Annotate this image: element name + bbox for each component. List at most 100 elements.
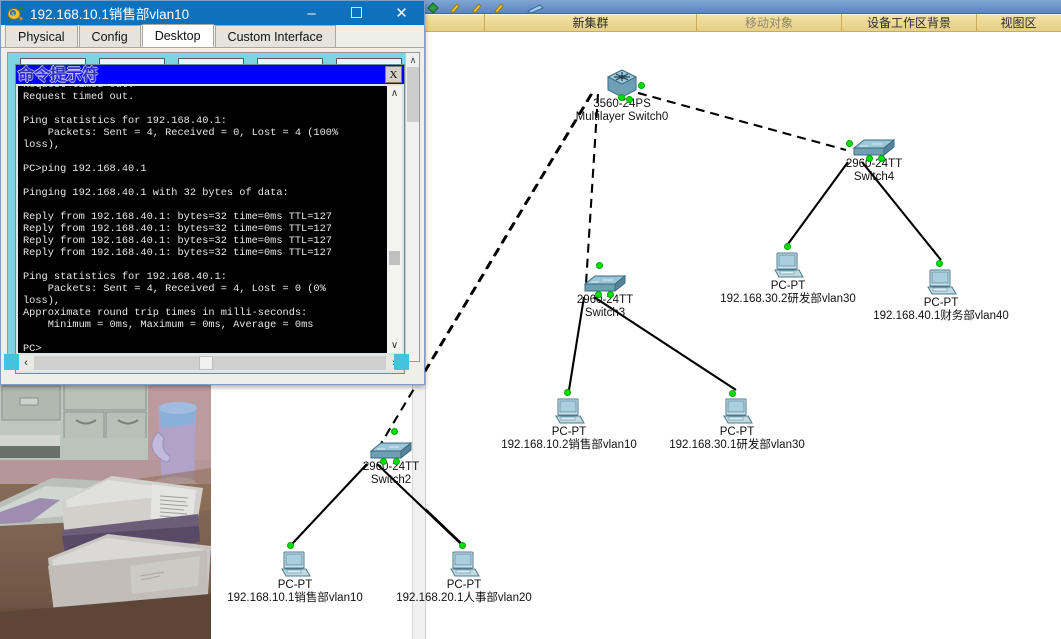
link-status-led bbox=[618, 94, 625, 101]
device-multilayer-switch0[interactable]: 3560-24PS Multilayer Switch0 bbox=[552, 68, 692, 123]
link-status-led bbox=[846, 140, 853, 147]
scroll-thumb[interactable] bbox=[407, 67, 419, 122]
pc-icon[interactable] bbox=[925, 260, 957, 297]
network-workspace-canvas[interactable] bbox=[425, 32, 1061, 639]
device-pc-192-168-40-1[interactable]: PC-PT 192.168.40.1财务部vlan40 bbox=[871, 260, 1011, 322]
link-status-led bbox=[878, 155, 885, 162]
device-label-name: Switch4 bbox=[853, 170, 895, 183]
scroll-up-icon[interactable]: ∧ bbox=[406, 53, 419, 67]
tab-desktop[interactable]: Desktop bbox=[141, 24, 214, 47]
command-prompt-vertical-scrollbar[interactable]: ∧ ∨ bbox=[387, 86, 402, 353]
menu-cell-new-cluster[interactable]: 新集群 bbox=[485, 14, 697, 32]
device-label-model: 2960-24TT bbox=[362, 461, 420, 473]
tab-physical[interactable]: Physical bbox=[5, 25, 78, 47]
inspect-icon[interactable] bbox=[527, 1, 545, 14]
maximize-button[interactable]: ☐ bbox=[334, 1, 379, 25]
menu-cell-workspace-background[interactable]: 设备工作区背景 bbox=[842, 14, 977, 32]
switch-icon[interactable] bbox=[583, 262, 627, 298]
link-status-led bbox=[595, 291, 602, 298]
tab-custom-interface[interactable]: Custom Interface bbox=[214, 25, 336, 47]
scroll-track[interactable] bbox=[34, 356, 386, 370]
topology-links bbox=[426, 83, 942, 545]
device-label-name: 192.168.10.1销售部vlan10 bbox=[227, 591, 363, 604]
desktop-wallpaper-photo bbox=[0, 380, 211, 639]
device-label-model: PC-PT bbox=[277, 579, 313, 591]
cluster-icon[interactable] bbox=[427, 1, 439, 14]
menu-cell-viewport[interactable]: 视图区 bbox=[977, 14, 1060, 32]
scroll-down-icon[interactable]: ∨ bbox=[387, 338, 402, 353]
device-label-model: PC-PT bbox=[551, 426, 587, 438]
device-label-model: PC-PT bbox=[923, 297, 959, 309]
command-prompt-title-bar[interactable]: 命令提示符 X bbox=[16, 65, 404, 84]
device-label-name: Switch2 bbox=[370, 473, 412, 486]
menu-cell-spacer bbox=[425, 14, 485, 32]
device-label-model: 2960-24TT bbox=[576, 294, 634, 306]
device-switch2[interactable]: 2960-24TT Switch2 bbox=[341, 428, 441, 486]
svg-text:S: S bbox=[11, 12, 14, 18]
link-status-led bbox=[596, 262, 603, 269]
workspace-menu-strip[interactable]: 新集群 移动对象 设备工作区背景 视图区 bbox=[425, 14, 1061, 32]
packet-tracer-pc-icon: S bbox=[7, 5, 24, 22]
multilayer-switch-icon[interactable] bbox=[604, 68, 645, 103]
scroll-left-icon[interactable]: ‹ bbox=[18, 355, 34, 371]
delete-icon[interactable] bbox=[493, 1, 505, 14]
command-prompt-close-button[interactable]: X bbox=[385, 66, 402, 83]
device-tab-bar[interactable]: Physical Config Desktop Custom Interface bbox=[1, 24, 424, 48]
link-status-led bbox=[564, 389, 571, 396]
command-prompt-horizontal-scrollbar[interactable]: ‹ › bbox=[18, 355, 402, 371]
device-pc-192-168-20-1[interactable]: PC-PT 192.168.20.1人事部vlan20 bbox=[394, 542, 534, 604]
command-prompt-window[interactable]: 命令提示符 X Request timed out. Request timed… bbox=[4, 64, 409, 374]
screen: 新集群 移动对象 设备工作区背景 视图区 3560-24PS Multilaye… bbox=[0, 0, 1061, 639]
pc-icon[interactable] bbox=[772, 243, 804, 280]
switch-icon[interactable] bbox=[846, 136, 896, 162]
window-title-text: 192.168.10.1销售部vlan10 bbox=[30, 7, 190, 22]
menu-cell-move-object[interactable]: 移动对象 bbox=[697, 14, 842, 32]
device-label-name: Multilayer Switch0 bbox=[575, 110, 669, 123]
device-label-name: 192.168.30.1研发部vlan30 bbox=[669, 438, 805, 451]
device-pc-192-168-10-1[interactable]: PC-PT 192.168.10.1销售部vlan10 bbox=[225, 542, 365, 604]
command-prompt-title-text: 命令提示符 bbox=[18, 65, 99, 84]
device-label-name: 192.168.10.2销售部vlan10 bbox=[501, 438, 637, 451]
device-pc-192-168-30-2[interactable]: PC-PT 192.168.30.2研发部vlan30 bbox=[718, 243, 858, 305]
switch-icon[interactable] bbox=[369, 428, 413, 465]
scroll-up-icon[interactable]: ∧ bbox=[387, 86, 402, 101]
window-corner-accent bbox=[4, 354, 19, 370]
link-status-led bbox=[866, 155, 873, 162]
link-status-led bbox=[380, 458, 387, 465]
packet-tracer-toolbar[interactable] bbox=[425, 0, 1061, 14]
device-pc-192-168-30-1[interactable]: PC-PT 192.168.30.1研发部vlan30 bbox=[667, 390, 807, 451]
desktop-panel-scrollbar[interactable]: ∧ bbox=[405, 53, 419, 361]
link-status-led bbox=[729, 390, 736, 397]
pc-icon[interactable] bbox=[448, 542, 480, 579]
device-switch4[interactable]: 2960-24TT Switch4 bbox=[824, 136, 924, 183]
move-object-icon[interactable] bbox=[449, 1, 461, 14]
link-status-led bbox=[626, 96, 633, 103]
link-status-led bbox=[638, 82, 645, 89]
device-label-name: 192.168.30.2研发部vlan30 bbox=[720, 292, 856, 305]
close-button[interactable]: ✕ bbox=[379, 1, 424, 25]
tab-config[interactable]: Config bbox=[78, 25, 141, 47]
link-status-led bbox=[936, 260, 943, 267]
link-status-led bbox=[607, 291, 614, 298]
place-note-icon[interactable] bbox=[471, 1, 483, 14]
device-label-model: 2960-24TT bbox=[845, 158, 903, 170]
device-label-name: 192.168.20.1人事部vlan20 bbox=[396, 591, 532, 604]
minimize-button[interactable]: – bbox=[289, 1, 334, 25]
scroll-thumb[interactable] bbox=[199, 356, 213, 370]
device-label-model: PC-PT bbox=[719, 426, 755, 438]
pc-icon[interactable] bbox=[721, 390, 753, 426]
window-resize-grip[interactable] bbox=[394, 354, 409, 370]
device-switch3[interactable]: 2960-24TT Switch3 bbox=[555, 262, 655, 319]
link-status-led bbox=[784, 243, 791, 250]
command-prompt-output-area[interactable]: Request timed out. Request timed out. Pi… bbox=[18, 86, 402, 353]
scroll-thumb[interactable] bbox=[389, 251, 400, 265]
device-label-model: PC-PT bbox=[770, 280, 806, 292]
device-config-window[interactable]: S 192.168.10.1销售部vlan10 – ☐ ✕ Physical C… bbox=[0, 0, 425, 385]
link-status-led bbox=[393, 458, 400, 465]
window-controls[interactable]: – ☐ ✕ bbox=[289, 1, 424, 25]
window-title-bar[interactable]: S 192.168.10.1销售部vlan10 – ☐ ✕ bbox=[1, 1, 424, 25]
pc-icon[interactable] bbox=[279, 542, 311, 579]
device-label-name: 192.168.40.1财务部vlan40 bbox=[873, 309, 1009, 322]
pc-icon[interactable] bbox=[553, 389, 585, 426]
device-pc-192-168-10-2[interactable]: PC-PT 192.168.10.2销售部vlan10 bbox=[499, 389, 639, 451]
